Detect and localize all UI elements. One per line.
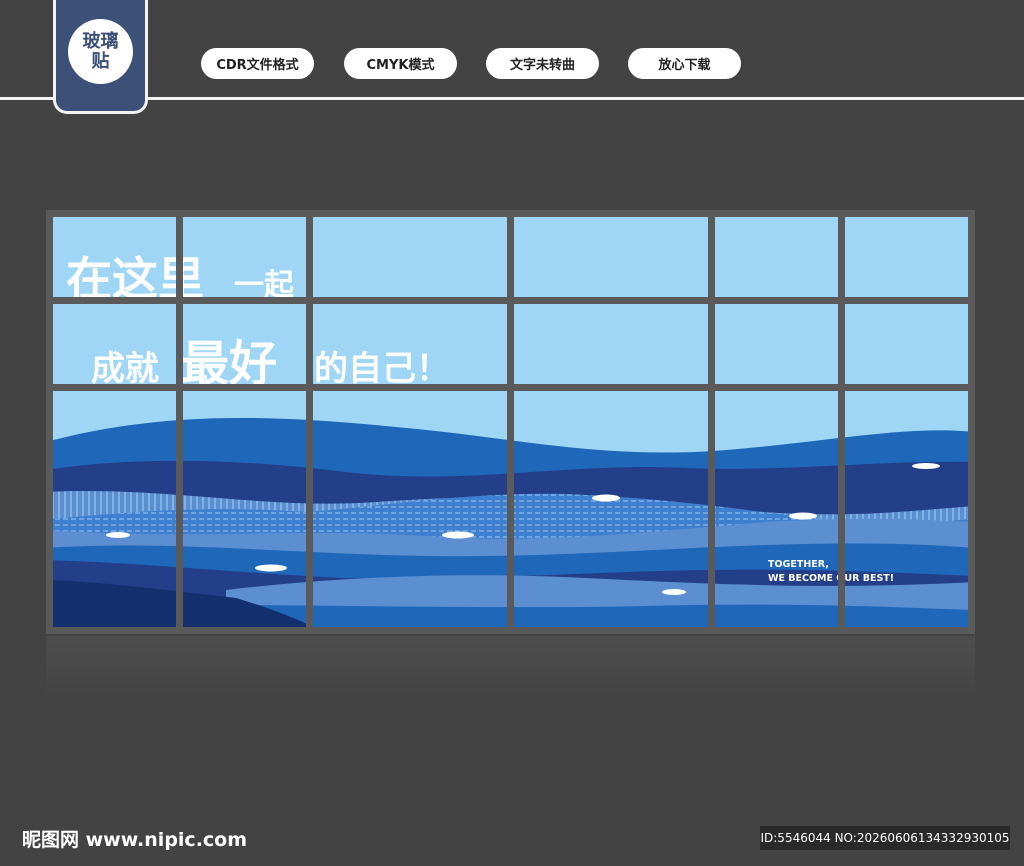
- headline-line2-big: 最好: [181, 336, 277, 392]
- category-tag: 玻璃贴: [53, 0, 148, 114]
- watermark-id: ID:5546044 NO:20260606134332930105: [760, 826, 1010, 850]
- slogan-line2: WE BECOME OUR BEST!: [768, 573, 894, 584]
- swimmer-icon: [442, 531, 474, 539]
- glass-sticker-mural: 在这里 一起 成就 最好 的自己！ TOGETHER, WE BECOME OU…: [46, 210, 975, 634]
- pill-cdr-format: CDR文件格式: [201, 48, 314, 79]
- headline-line2-a: 成就: [91, 349, 159, 389]
- pill-cmyk-mode: CMYK模式: [344, 48, 457, 79]
- headline-line2-b: 的自己！: [314, 349, 450, 389]
- swimmer-icon: [789, 512, 817, 520]
- swimmer-icon: [255, 564, 287, 572]
- swimmer-icon: [106, 532, 130, 538]
- swimmer-icon: [592, 494, 620, 502]
- mural-artwork: 在这里 一起 成就 最好 的自己！ TOGETHER, WE BECOME OU…: [46, 210, 975, 634]
- swimmer-icon: [662, 589, 686, 595]
- header-divider: [0, 97, 1024, 100]
- pill-safe-download: 放心下载: [628, 48, 741, 79]
- category-label: 玻璃贴: [82, 30, 119, 72]
- floor-reflection: [46, 636, 975, 694]
- swimmer-icon: [912, 463, 940, 469]
- pill-text-not-outlined: 文字未转曲: [486, 48, 599, 79]
- watermark-site: 昵图网 www.nipic.com: [22, 829, 248, 851]
- category-badge: 玻璃贴: [68, 19, 133, 84]
- slogan-line1: TOGETHER,: [768, 559, 829, 570]
